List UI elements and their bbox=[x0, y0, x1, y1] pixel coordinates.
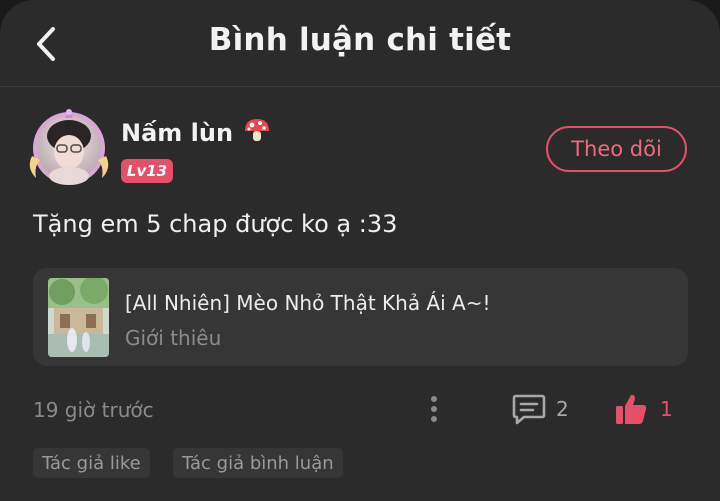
page-title: Bình luận chi tiết bbox=[208, 22, 512, 58]
comment-icon bbox=[512, 394, 546, 425]
manga-thumbnail bbox=[48, 278, 109, 357]
like-count: 1 bbox=[660, 397, 673, 421]
comment-timestamp: 19 giờ trước bbox=[33, 398, 154, 422]
thumbs-up-icon bbox=[616, 394, 647, 424]
reply-count: 2 bbox=[556, 397, 569, 421]
more-vertical-icon bbox=[431, 396, 437, 422]
username-text: Nấm lùn bbox=[121, 119, 234, 147]
more-options-button[interactable] bbox=[424, 394, 444, 426]
reply-button[interactable]: 2 bbox=[512, 392, 569, 426]
author-liked-tag[interactable]: Tác giả like bbox=[33, 448, 150, 478]
follow-button[interactable]: Theo dõi bbox=[546, 126, 687, 172]
comment-text: Tặng em 5 chap được ko ạ :33 bbox=[33, 210, 398, 238]
like-button[interactable]: 1 bbox=[614, 392, 673, 426]
author-commented-tag[interactable]: Tác giả bình luận bbox=[173, 448, 343, 478]
username[interactable]: Nấm lùn bbox=[121, 116, 271, 150]
level-badge: Lv13 bbox=[121, 159, 173, 183]
comment-detail-screen: Bình luận chi tiết Nấm lùn Lv13 Theo dõi… bbox=[0, 0, 720, 501]
manga-subtitle: Giới thiêu bbox=[125, 326, 222, 350]
manga-title: [All Nhiên] Mèo Nhỏ Thật Khả Ái A~! bbox=[125, 291, 491, 315]
header-bar: Bình luận chi tiết bbox=[0, 0, 720, 87]
manga-card[interactable]: [All Nhiên] Mèo Nhỏ Thật Khả Ái A~! Giới… bbox=[33, 268, 688, 366]
avatar[interactable] bbox=[24, 106, 110, 192]
mushroom-icon bbox=[243, 116, 271, 150]
avatar-frame-icon bbox=[29, 109, 109, 185]
